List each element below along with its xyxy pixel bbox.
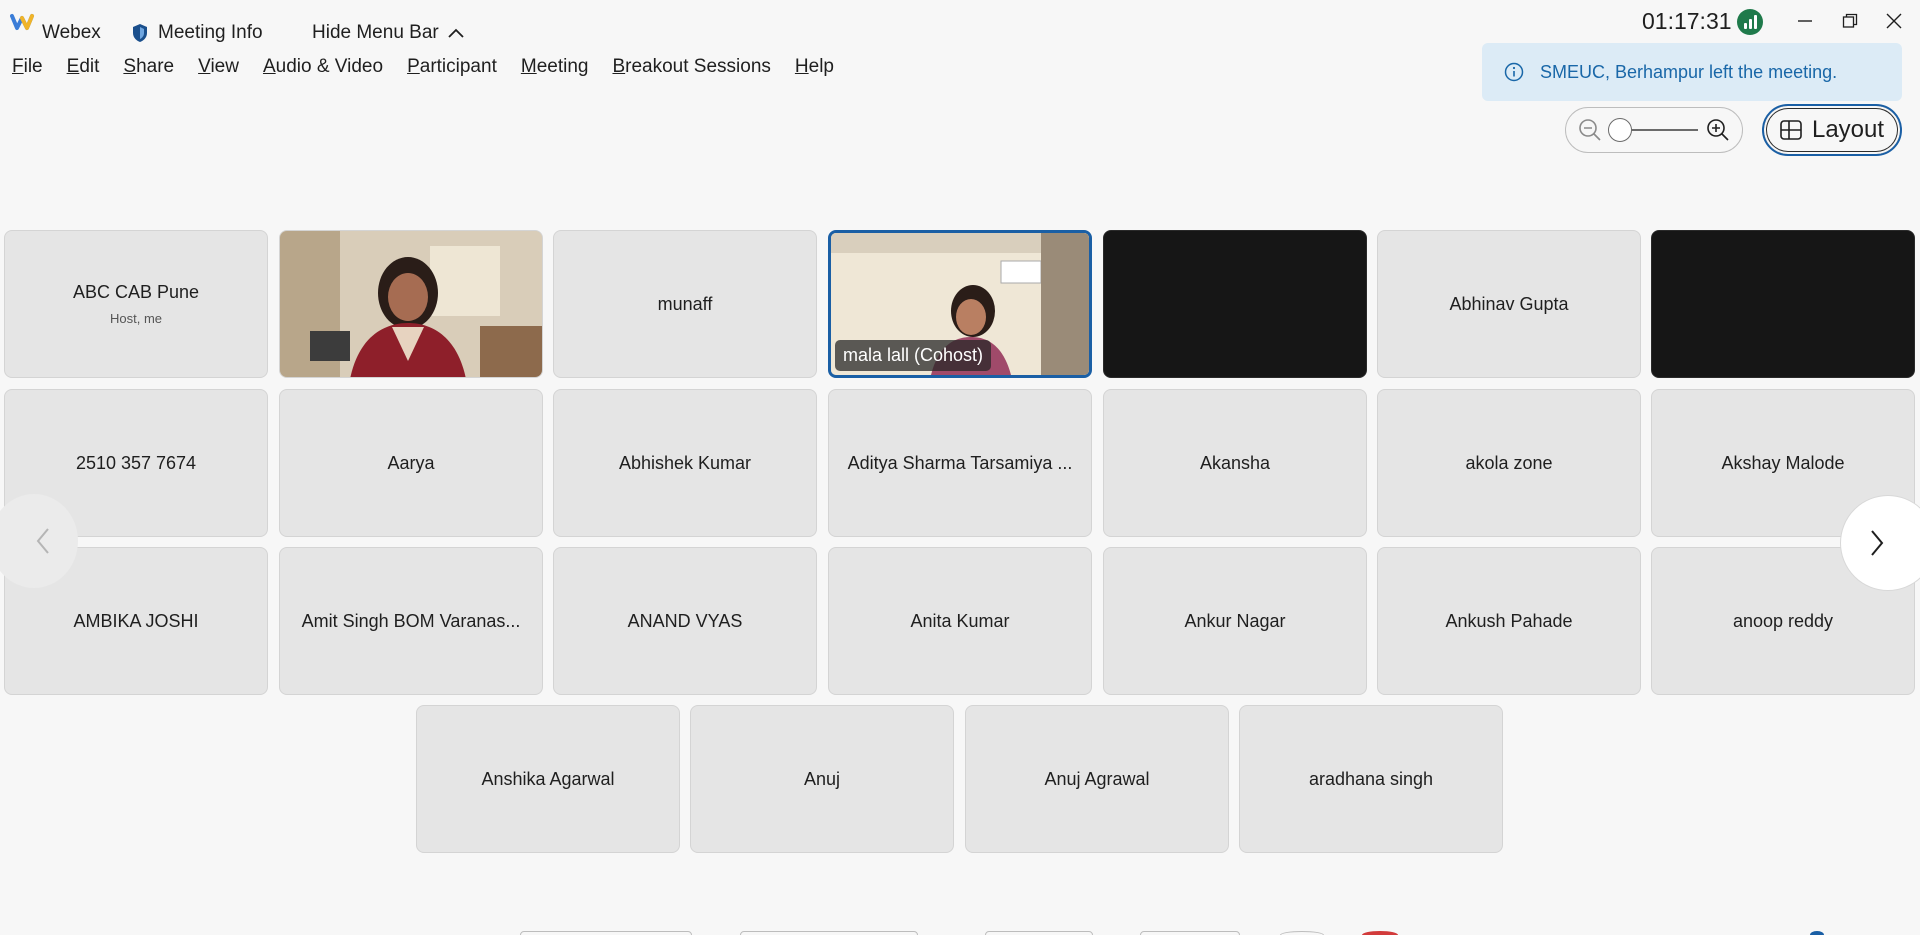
menu-view[interactable]: View	[198, 56, 239, 78]
title-bar: Webex Meeting Info Hide Menu Bar 01:17:3…	[0, 0, 1920, 44]
participant-name: aradhana singh	[1308, 768, 1434, 789]
participant-tile[interactable]: Amit Singh BOM Varanas...	[279, 547, 543, 695]
participant-name: Akansha	[1199, 452, 1271, 473]
participant-name: Amit Singh BOM Varanas...	[301, 610, 521, 631]
participant-name: anoop reddy	[1732, 610, 1834, 631]
participant-name: ABC CAB Pune	[72, 282, 200, 302]
participant-tile[interactable]: Anshika Agarwal	[416, 705, 680, 853]
panel-indicator[interactable]	[1810, 931, 1824, 935]
participant-video-image	[280, 231, 542, 377]
webex-logo-icon	[10, 14, 34, 30]
participant-tile[interactable]: Aarya	[279, 389, 543, 537]
participant-name: 2510 357 7674	[75, 452, 197, 473]
participant-tile[interactable]: ABC CAB Pune Host, me	[4, 230, 268, 378]
network-signal-icon[interactable]	[1737, 9, 1763, 35]
participant-role: Host, me	[109, 311, 162, 326]
chevron-right-icon	[1871, 530, 1884, 556]
chevron-up-icon	[448, 28, 464, 38]
participant-tile[interactable]: akola zone	[1377, 389, 1641, 537]
mute-button[interactable]	[520, 931, 692, 935]
participant-name: Anshika Agarwal	[481, 768, 615, 789]
hide-menu-bar-button[interactable]: Hide Menu Bar	[312, 11, 465, 55]
record-button[interactable]	[1140, 931, 1240, 935]
chevron-left-icon	[36, 528, 49, 554]
participant-name: munaff	[657, 293, 713, 314]
participant-name: Aarya	[387, 452, 435, 473]
zoom-control	[1565, 107, 1743, 153]
participant-tile[interactable]: Anuj Agrawal	[965, 705, 1229, 853]
toast-message: SMEUC, Berhampur left the meeting.	[1540, 61, 1838, 82]
meeting-timer: 01:17:31	[1642, 8, 1732, 34]
menu-meeting[interactable]: Meeting	[521, 56, 589, 78]
zoom-slider[interactable]	[1608, 118, 1698, 142]
participant-name: Ankur Nagar	[1184, 610, 1286, 631]
close-button[interactable]	[1879, 8, 1909, 34]
restore-button[interactable]	[1835, 8, 1865, 34]
participant-name: Abhishek Kumar	[618, 452, 752, 473]
end-meeting-button[interactable]	[1362, 931, 1398, 935]
participant-video-off-tile[interactable]	[1651, 230, 1915, 378]
close-icon	[1886, 13, 1902, 29]
menu-edit[interactable]: Edit	[67, 56, 100, 78]
app-name: Webex	[42, 22, 101, 43]
participant-name: Anuj	[803, 768, 841, 789]
participant-name: Ankush Pahade	[1445, 610, 1573, 631]
participant-video-off-tile[interactable]	[1103, 230, 1367, 378]
layout-button[interactable]: Layout	[1762, 104, 1902, 156]
menu-bar: File Edit Share View Audio & Video Parti…	[0, 52, 846, 82]
participant-tile[interactable]: aradhana singh	[1239, 705, 1503, 853]
participant-video-tile-active-speaker[interactable]: mala lall (Cohost)	[828, 230, 1092, 378]
menu-file[interactable]: File	[12, 56, 43, 78]
video-button[interactable]	[740, 931, 918, 935]
meeting-info-label: Meeting Info	[158, 22, 263, 43]
menu-breakout-sessions[interactable]: Breakout Sessions	[612, 56, 770, 78]
participant-tile[interactable]: Abhinav Gupta	[1377, 230, 1641, 378]
participant-tile[interactable]: Abhishek Kumar	[553, 389, 817, 537]
participant-tile[interactable]: ANAND VYAS	[553, 547, 817, 695]
participant-tile[interactable]: Aditya Sharma Tarsamiya ...	[828, 389, 1092, 537]
zoom-in-icon[interactable]	[1706, 118, 1730, 142]
participant-name: Anita Kumar	[910, 610, 1010, 631]
participant-tile[interactable]: Anuj	[690, 705, 954, 853]
participant-tile[interactable]: Ankur Nagar	[1103, 547, 1367, 695]
participant-name-label: mala lall (Cohost)	[835, 340, 992, 371]
participant-name: Anuj Agrawal	[1044, 768, 1150, 789]
participant-tile[interactable]: Ankush Pahade	[1377, 547, 1641, 695]
grid-layout-icon	[1780, 120, 1802, 140]
participant-name: Abhinav Gupta	[1449, 293, 1569, 314]
more-options-button[interactable]	[1280, 931, 1324, 935]
meeting-info-button[interactable]: Meeting Info	[132, 11, 263, 55]
participant-name: Akshay Malode	[1721, 452, 1845, 473]
layout-label: Layout	[1811, 116, 1885, 143]
share-button[interactable]	[985, 931, 1093, 935]
minimize-icon	[1798, 20, 1812, 22]
participant-video-tile[interactable]	[279, 230, 543, 378]
menu-help[interactable]: Help	[795, 56, 834, 78]
zoom-out-icon[interactable]	[1578, 118, 1602, 142]
info-icon	[1504, 62, 1524, 82]
participant-name: AMBIKA JOSHI	[73, 610, 199, 631]
menu-audio-video[interactable]: Audio & Video	[263, 56, 383, 78]
participant-tile[interactable]: munaff	[553, 230, 817, 378]
notification-toast: SMEUC, Berhampur left the meeting.	[1482, 43, 1902, 101]
minimize-button[interactable]	[1790, 8, 1820, 34]
participant-name: Aditya Sharma Tarsamiya ...	[847, 452, 1073, 473]
menu-share[interactable]: Share	[123, 56, 174, 78]
shield-icon	[133, 24, 147, 42]
menu-participant[interactable]: Participant	[407, 56, 497, 78]
hide-menu-bar-label: Hide Menu Bar	[312, 22, 439, 43]
restore-icon	[1842, 13, 1858, 28]
participant-tile[interactable]: Akansha	[1103, 389, 1367, 537]
zoom-slider-knob[interactable]	[1608, 118, 1632, 142]
participant-tile[interactable]: Anita Kumar	[828, 547, 1092, 695]
participant-name: ANAND VYAS	[627, 610, 743, 631]
participant-name: akola zone	[1465, 452, 1553, 473]
